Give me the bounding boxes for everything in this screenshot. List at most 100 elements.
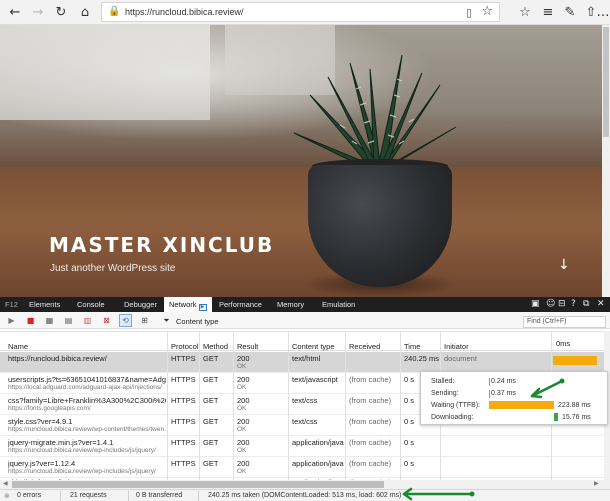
clear-cookies-icon[interactable]: ⊠: [100, 314, 113, 327]
request-received: (from cache): [349, 459, 392, 468]
export-har-icon[interactable]: ▦: [43, 314, 56, 327]
error-icon: ⊗: [4, 492, 10, 500]
table-row[interactable]: jquery.js?ver=1.12.4 https://runcloud.bib…: [0, 457, 604, 478]
forward-icon[interactable]: →: [27, 2, 49, 22]
tab-elements[interactable]: Elements: [29, 300, 60, 309]
column-result[interactable]: Result: [237, 342, 258, 351]
dock-icon[interactable]: ⊟: [558, 299, 566, 309]
help-icon[interactable]: ?: [571, 299, 576, 309]
request-result-text: OK: [237, 363, 247, 370]
waiting-value: 223.88 ms: [558, 402, 591, 409]
favorites-hub-icon[interactable]: ☆: [514, 2, 536, 22]
timing-tooltip: Stalled: 0.24 ms Sending: 0.37 ms Waitin…: [420, 371, 608, 425]
request-result-code: 200: [237, 438, 250, 447]
downloading-value: 15.76 ms: [562, 414, 591, 421]
tab-console[interactable]: Console: [77, 300, 105, 309]
request-time: 0 s: [404, 459, 415, 468]
filter-icon[interactable]: ⏷: [160, 314, 173, 327]
back-icon[interactable]: ←: [4, 2, 26, 22]
request-name: style.css?ver=4.9.1: [8, 417, 73, 426]
page-scrollbar-thumb[interactable]: [603, 27, 609, 137]
downloading-label: Downloading:: [431, 414, 474, 421]
status-divider: [60, 491, 61, 501]
close-icon[interactable]: ✕: [597, 299, 605, 309]
request-result-code: 200: [237, 354, 250, 363]
column-divider: [345, 332, 346, 480]
column-content-type[interactable]: Content type: [292, 342, 335, 351]
tab-emulation[interactable]: Emulation: [322, 300, 355, 309]
request-name: jquery.js?ver=1.12.4: [8, 459, 76, 468]
sending-value: 0.37 ms: [491, 390, 516, 397]
find-input[interactable]: Find (Ctrl+F): [523, 316, 606, 328]
more-icon[interactable]: …: [596, 2, 610, 22]
start-profiling-icon[interactable]: ▶: [5, 314, 18, 327]
column-protocol[interactable]: Protocol: [171, 342, 199, 351]
column-divider: [167, 332, 168, 480]
tab-network[interactable]: Network ▶: [164, 297, 212, 312]
request-content-type: application/java...: [292, 459, 344, 468]
request-content-type: application/java...: [292, 438, 344, 447]
request-method: GET: [203, 375, 219, 384]
error-count[interactable]: 0 errors: [17, 492, 41, 499]
clear-cache-icon[interactable]: ▥: [81, 314, 94, 327]
address-bar[interactable]: 🔒 https://runcloud.bibica.review/ ▯ ☆: [101, 2, 500, 22]
column-received[interactable]: Received: [349, 342, 380, 351]
tab-memory[interactable]: Memory: [277, 300, 304, 309]
web-note-icon[interactable]: ✎: [559, 2, 581, 22]
grid-horizontal-scrollbar[interactable]: ◀ ▶: [0, 480, 604, 489]
waiting-bar: [489, 401, 554, 409]
clear-session-icon[interactable]: ⊞: [138, 314, 151, 327]
grid-header: Name Protocol Method Result Content type…: [0, 332, 604, 351]
column-time[interactable]: Time: [404, 342, 420, 351]
site-title[interactable]: MASTER XINCLUB: [49, 233, 274, 257]
request-received: (from cache): [349, 438, 392, 447]
request-result-text: OK: [237, 447, 247, 454]
request-method: GET: [203, 417, 219, 426]
page-scrollbar[interactable]: [602, 25, 610, 297]
console-drawer-icon[interactable]: ▣: [531, 299, 540, 309]
always-refresh-icon[interactable]: ⟲: [119, 314, 132, 327]
request-protocol: HTTPS: [171, 438, 196, 447]
scroll-left-icon[interactable]: ◀: [3, 480, 8, 487]
column-timeline[interactable]: 0ms: [556, 339, 570, 348]
scroll-right-icon[interactable]: ▶: [594, 480, 599, 487]
request-name: userscripts.js?ts=63651041016837&name=Ad…: [8, 375, 166, 384]
undock-icon[interactable]: ⧉: [583, 299, 589, 309]
f12-label: F12: [5, 300, 18, 309]
table-row[interactable]: jquery-migrate.min.js?ver=1.4.1 https://r…: [0, 436, 604, 457]
waterfall-bar[interactable]: [553, 356, 597, 365]
tab-performance[interactable]: Performance: [219, 300, 262, 309]
column-initiator[interactable]: Initiator: [444, 342, 469, 351]
request-received: (from cache): [349, 375, 392, 384]
request-result-code: 200: [237, 396, 250, 405]
grid-scrollbar-thumb[interactable]: [12, 481, 384, 488]
devtools-tab-strip: F12 Elements Console Debugger Network ▶ P…: [0, 297, 610, 312]
request-result-code: 200: [237, 417, 250, 426]
scroll-down-icon[interactable]: ↓: [558, 257, 570, 273]
refresh-icon[interactable]: ↻: [50, 2, 72, 22]
reading-list-icon[interactable]: ≡: [537, 2, 559, 22]
request-path: https://runcloud.bibica.review/wp-conten…: [8, 426, 166, 433]
address-url[interactable]: https://runcloud.bibica.review/: [125, 7, 244, 17]
tab-debugger[interactable]: Debugger: [124, 300, 157, 309]
tab-network-label: Network: [169, 300, 197, 309]
favorite-star-icon[interactable]: ☆: [481, 4, 493, 19]
home-icon[interactable]: ⌂: [74, 2, 96, 22]
request-name: jquery-migrate.min.js?ver=1.4.1: [8, 438, 114, 447]
reading-view-icon[interactable]: ▯: [466, 6, 472, 19]
table-row[interactable]: https://runcloud.bibica.review/200 OK HTTP…: [0, 352, 604, 373]
request-result-code: 200: [237, 375, 250, 384]
column-divider: [288, 332, 289, 480]
feedback-icon[interactable]: ☺: [546, 299, 555, 309]
recording-icon: ▶: [198, 304, 207, 311]
stop-profiling-icon[interactable]: ■: [24, 314, 37, 327]
import-har-icon[interactable]: ▤: [62, 314, 75, 327]
sending-bar: [489, 390, 490, 398]
request-count: 21 requests: [70, 492, 107, 499]
column-method[interactable]: Method: [203, 342, 228, 351]
column-name[interactable]: Name: [8, 342, 28, 351]
request-protocol: HTTPS: [171, 459, 196, 468]
content-type-filter[interactable]: Content type: [176, 317, 219, 326]
request-path: https://local.adguard.com/adguard-ajax-a…: [8, 384, 162, 391]
request-time: 0 s: [404, 417, 415, 426]
